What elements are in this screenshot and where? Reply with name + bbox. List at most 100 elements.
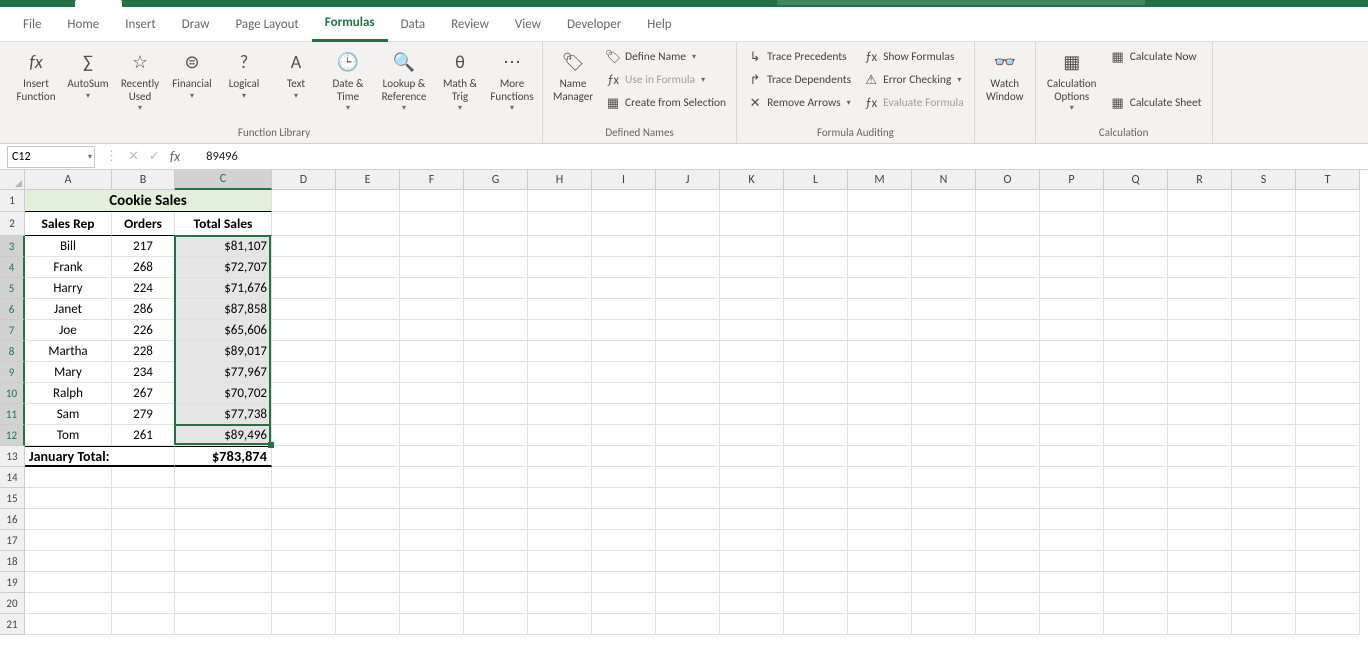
cell[interactable] (1232, 551, 1296, 572)
cell[interactable] (1168, 383, 1232, 404)
row-header-15[interactable]: 15 (0, 488, 25, 509)
cell[interactable] (592, 446, 656, 467)
cell[interactable] (464, 446, 528, 467)
cell[interactable] (912, 530, 976, 551)
cell[interactable] (1040, 467, 1104, 488)
cell[interactable] (1232, 446, 1296, 467)
cell[interactable] (1296, 593, 1360, 614)
cell[interactable] (784, 509, 848, 530)
row-header-18[interactable]: 18 (0, 551, 25, 572)
cell[interactable] (592, 236, 656, 257)
cell[interactable] (1296, 236, 1360, 257)
cell[interactable] (976, 509, 1040, 530)
cell[interactable] (272, 425, 336, 446)
cell[interactable] (1168, 551, 1232, 572)
cell[interactable] (656, 446, 720, 467)
cell[interactable] (720, 341, 784, 362)
cell[interactable] (528, 530, 592, 551)
cell[interactable] (1104, 551, 1168, 572)
cell[interactable] (784, 278, 848, 299)
cell[interactable] (656, 488, 720, 509)
cell[interactable] (656, 341, 720, 362)
cell[interactable] (592, 190, 656, 212)
col-header-R[interactable]: R (1168, 170, 1232, 190)
tab-insert[interactable]: Insert (112, 7, 169, 42)
cell[interactable] (592, 593, 656, 614)
row-header-11[interactable]: 11 (0, 404, 25, 425)
cell[interactable] (175, 488, 272, 509)
cell[interactable] (848, 551, 912, 572)
cell[interactable] (848, 593, 912, 614)
cell[interactable] (592, 383, 656, 404)
cell[interactable] (464, 614, 528, 635)
cell[interactable] (976, 190, 1040, 212)
cell[interactable] (592, 257, 656, 278)
show-formulas-button[interactable]: ƒxShow Formulas (859, 46, 968, 68)
cell[interactable] (1104, 446, 1168, 467)
cell[interactable] (912, 383, 976, 404)
cell[interactable] (112, 614, 175, 635)
cell[interactable] (1040, 572, 1104, 593)
cell[interactable] (592, 467, 656, 488)
cell[interactable] (912, 509, 976, 530)
cell[interactable] (400, 299, 464, 320)
cell[interactable] (656, 551, 720, 572)
cell[interactable] (1040, 257, 1104, 278)
cell[interactable] (784, 572, 848, 593)
cell[interactable] (976, 593, 1040, 614)
cell[interactable] (592, 488, 656, 509)
cells-area[interactable]: Cookie SalesSales RepOrdersTotal SalesBi… (25, 190, 1360, 635)
row-header-5[interactable]: 5 (0, 278, 25, 299)
col-header-I[interactable]: I (592, 170, 656, 190)
cell[interactable] (656, 425, 720, 446)
cell[interactable] (336, 190, 400, 212)
cell[interactable] (464, 551, 528, 572)
cell[interactable]: $77,967 (175, 362, 272, 383)
cell[interactable] (175, 572, 272, 593)
col-header-Q[interactable]: Q (1104, 170, 1168, 190)
cell[interactable]: Ralph (25, 383, 112, 404)
cell[interactable]: 228 (112, 341, 175, 362)
cell[interactable] (848, 488, 912, 509)
cell[interactable] (1296, 467, 1360, 488)
cell[interactable] (592, 551, 656, 572)
cell[interactable] (1232, 593, 1296, 614)
text-button[interactable]: AText▾ (272, 46, 320, 103)
cell[interactable] (1104, 320, 1168, 341)
cell[interactable] (1296, 425, 1360, 446)
name-manager-button[interactable]: 🏷Name Manager (549, 46, 597, 105)
cell[interactable] (720, 404, 784, 425)
cell[interactable] (720, 190, 784, 212)
row-header-4[interactable]: 4 (0, 257, 25, 278)
cell[interactable] (1232, 212, 1296, 236)
lookup-button[interactable]: 🔍Lookup & Reference▾ (376, 46, 432, 115)
cell[interactable]: Harry (25, 278, 112, 299)
cell[interactable] (1104, 425, 1168, 446)
cell[interactable] (912, 257, 976, 278)
cell[interactable] (784, 488, 848, 509)
cell[interactable] (1104, 190, 1168, 212)
cell[interactable] (25, 488, 112, 509)
cell[interactable] (464, 257, 528, 278)
cell[interactable] (112, 488, 175, 509)
cell[interactable] (272, 530, 336, 551)
cell[interactable] (1232, 257, 1296, 278)
column-headers[interactable]: ABCDEFGHIJKLMNOPQRST (25, 170, 1360, 190)
cell[interactable] (1168, 530, 1232, 551)
cell[interactable] (175, 530, 272, 551)
cell[interactable] (528, 593, 592, 614)
cell[interactable] (1168, 404, 1232, 425)
cell[interactable] (912, 341, 976, 362)
cell[interactable]: 268 (112, 257, 175, 278)
logical-button[interactable]: ?Logical▾ (220, 46, 268, 103)
formula-input[interactable]: 89496 (200, 149, 1368, 164)
remove-arrows-button[interactable]: ✕Remove Arrows▾ (743, 92, 855, 114)
trace-precedents-button[interactable]: ↳Trace Precedents (743, 46, 855, 68)
cell[interactable] (1296, 509, 1360, 530)
cell[interactable]: Bill (25, 236, 112, 257)
cell[interactable] (720, 299, 784, 320)
cell[interactable] (464, 362, 528, 383)
cell[interactable] (336, 299, 400, 320)
cell[interactable] (784, 212, 848, 236)
cell[interactable] (784, 299, 848, 320)
